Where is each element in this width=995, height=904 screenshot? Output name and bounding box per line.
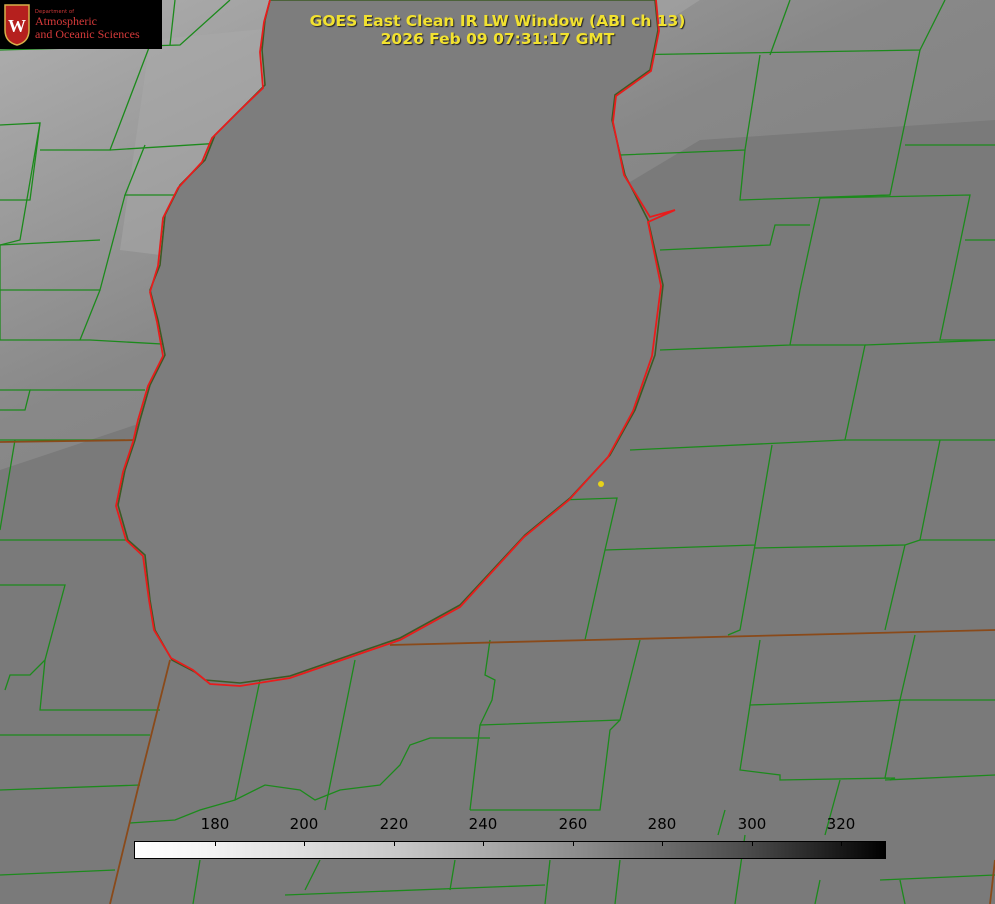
- colorbar-tick-labels: 180 200 220 240 260 280 300 320: [0, 815, 995, 835]
- image-title: GOES East Clean IR LW Window (ABI ch 13): [309, 12, 686, 30]
- colorbar-tick-mark: [752, 842, 753, 846]
- colorbar-tick-mark: [573, 842, 574, 846]
- colorbar-tick: 200: [289, 815, 319, 833]
- logo-panel: W Department of Atmospheric and Oceanic …: [0, 0, 162, 49]
- location-marker: [598, 481, 604, 487]
- image-timestamp: 2026 Feb 09 07:31:17 GMT: [380, 30, 615, 48]
- colorbar-tick-mark: [304, 842, 305, 846]
- colorbar-tick: 320: [826, 815, 856, 833]
- logo-line-2: and Oceanic Sciences: [35, 27, 140, 41]
- colorbar-tick-mark: [483, 842, 484, 846]
- colorbar-tick: 240: [468, 815, 498, 833]
- colorbar-tick: 300: [737, 815, 767, 833]
- colorbar-tick-mark: [215, 842, 216, 846]
- seal-letter: W: [8, 16, 26, 36]
- colorbar-tick: 220: [379, 815, 409, 833]
- satellite-map: [0, 0, 995, 904]
- colorbar-tick-mark: [662, 842, 663, 846]
- colorbar-tick: 180: [200, 815, 230, 833]
- colorbar-tick-mark: [394, 842, 395, 846]
- colorbar-tick: 280: [647, 815, 677, 833]
- uw-seal-icon: W: [4, 4, 30, 46]
- colorbar: [134, 841, 886, 859]
- colorbar-tick: 260: [558, 815, 588, 833]
- colorbar-tick-mark: [841, 842, 842, 846]
